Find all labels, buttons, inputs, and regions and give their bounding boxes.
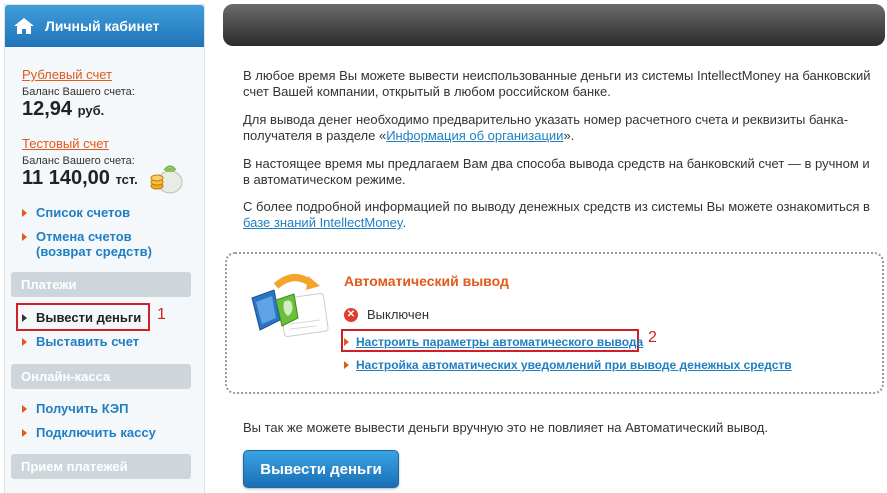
rub-account: Рублевый счет Баланс Вашего счета: 12,94… (22, 67, 135, 121)
arrow-right-icon (344, 361, 349, 369)
arrow-right-icon (22, 338, 27, 346)
sidebar-item-label: Подключить кассу (36, 425, 156, 440)
methods-paragraph: В настоящее время мы предлагаем Вам два … (243, 156, 870, 187)
sidebar-item-label: Выставить счет (36, 334, 140, 349)
arrow-right-icon (22, 209, 27, 217)
knowledge-paragraph: С более подробной информацией по выводу … (243, 199, 873, 231)
rub-balance: 12,94 руб. (22, 98, 135, 121)
sidebar-item-label: Вывести деньги (36, 310, 142, 325)
sidebar-item-invoice[interactable]: Выставить счет (22, 334, 139, 349)
sidebar-item-label: Отмена счетов (36, 229, 132, 244)
home-icon (13, 17, 35, 35)
rub-balance-value: 12,94 (22, 98, 73, 120)
test-balance-value: 11 140,00 (22, 167, 110, 189)
auto-withdrawal-status: ✕ Выключен (344, 307, 429, 322)
arrow-right-icon (22, 314, 27, 322)
sidebar-item-withdraw[interactable]: Вывести деньги (22, 310, 141, 325)
org-info-link[interactable]: Информация об организации (386, 128, 563, 143)
arrow-right-icon (22, 429, 27, 437)
sidebar-item-accounts-list[interactable]: Список счетов (22, 205, 130, 220)
test-balance: 11 140,00 тст. (22, 167, 138, 190)
auto-withdrawal-illustration (246, 268, 334, 340)
arrow-right-icon (344, 338, 349, 346)
sidebar-item-cancel-accounts[interactable]: Отмена счетов (возврат средств) (22, 229, 152, 259)
rub-currency: руб. (77, 103, 105, 118)
status-text: Выключен (367, 307, 430, 322)
rub-account-link[interactable]: Рублевый счет (22, 67, 112, 82)
sidebar-item-connect-cashbox[interactable]: Подключить кассу (22, 425, 156, 440)
sidebar-item-label: Список счетов (36, 205, 131, 220)
knowledge-base-link[interactable]: базе знаний IntellectMoney (243, 215, 402, 230)
test-account-link[interactable]: Тестовый счет (22, 136, 109, 151)
marker-1: 1 (157, 306, 166, 323)
requisites-paragraph: Для вывода денег необходимо предваритель… (243, 112, 873, 144)
sidebar-title: Личный кабинет (45, 18, 160, 34)
auto-notifications-label: Настройка автоматических уведомлений при… (356, 358, 792, 372)
sidebar-header[interactable]: Личный кабинет (5, 5, 204, 47)
section-payments[interactable]: Платежи (11, 272, 191, 297)
section-receive-payments[interactable]: Прием платежей (11, 454, 191, 479)
marker-2: 2 (648, 329, 657, 346)
configure-auto-withdrawal-label: Настроить параметры автоматического выво… (356, 335, 644, 349)
test-currency: тст. (115, 172, 138, 187)
auto-notifications-link[interactable]: Настройка автоматических уведомлений при… (344, 358, 792, 372)
page-banner (223, 4, 885, 46)
manual-withdrawal-note: Вы так же можете вывести деньги вручную … (243, 420, 768, 435)
test-account: Тестовый счет Баланс Вашего счета: 11 14… (22, 136, 138, 190)
withdraw-button[interactable]: Вывести деньги (243, 450, 399, 488)
test-balance-label: Баланс Вашего счета: (22, 155, 135, 167)
knowledge-text-end: . (402, 215, 407, 230)
configure-auto-withdrawal-link[interactable]: Настроить параметры автоматического выво… (344, 335, 643, 349)
sidebar-item-label: Получить КЭП (36, 401, 129, 416)
arrow-right-icon (22, 233, 27, 241)
section-online-cashbox[interactable]: Онлайн-касса (11, 364, 191, 389)
auto-withdrawal-title: Автоматический вывод (344, 273, 509, 289)
intro-paragraph: В любое время Вы можете вывести неисполь… (243, 68, 871, 99)
arrow-right-icon (22, 405, 27, 413)
requisites-text-end: ». (563, 128, 575, 143)
disabled-x-icon: ✕ (344, 307, 358, 322)
sidebar-item-label-sub: (возврат средств) (36, 244, 152, 259)
rub-balance-label: Баланс Вашего счета: (22, 86, 135, 98)
money-bag-icon (148, 156, 188, 196)
sidebar-item-get-kep[interactable]: Получить КЭП (22, 401, 128, 416)
knowledge-text: С более подробной информацией по выводу … (243, 199, 870, 214)
